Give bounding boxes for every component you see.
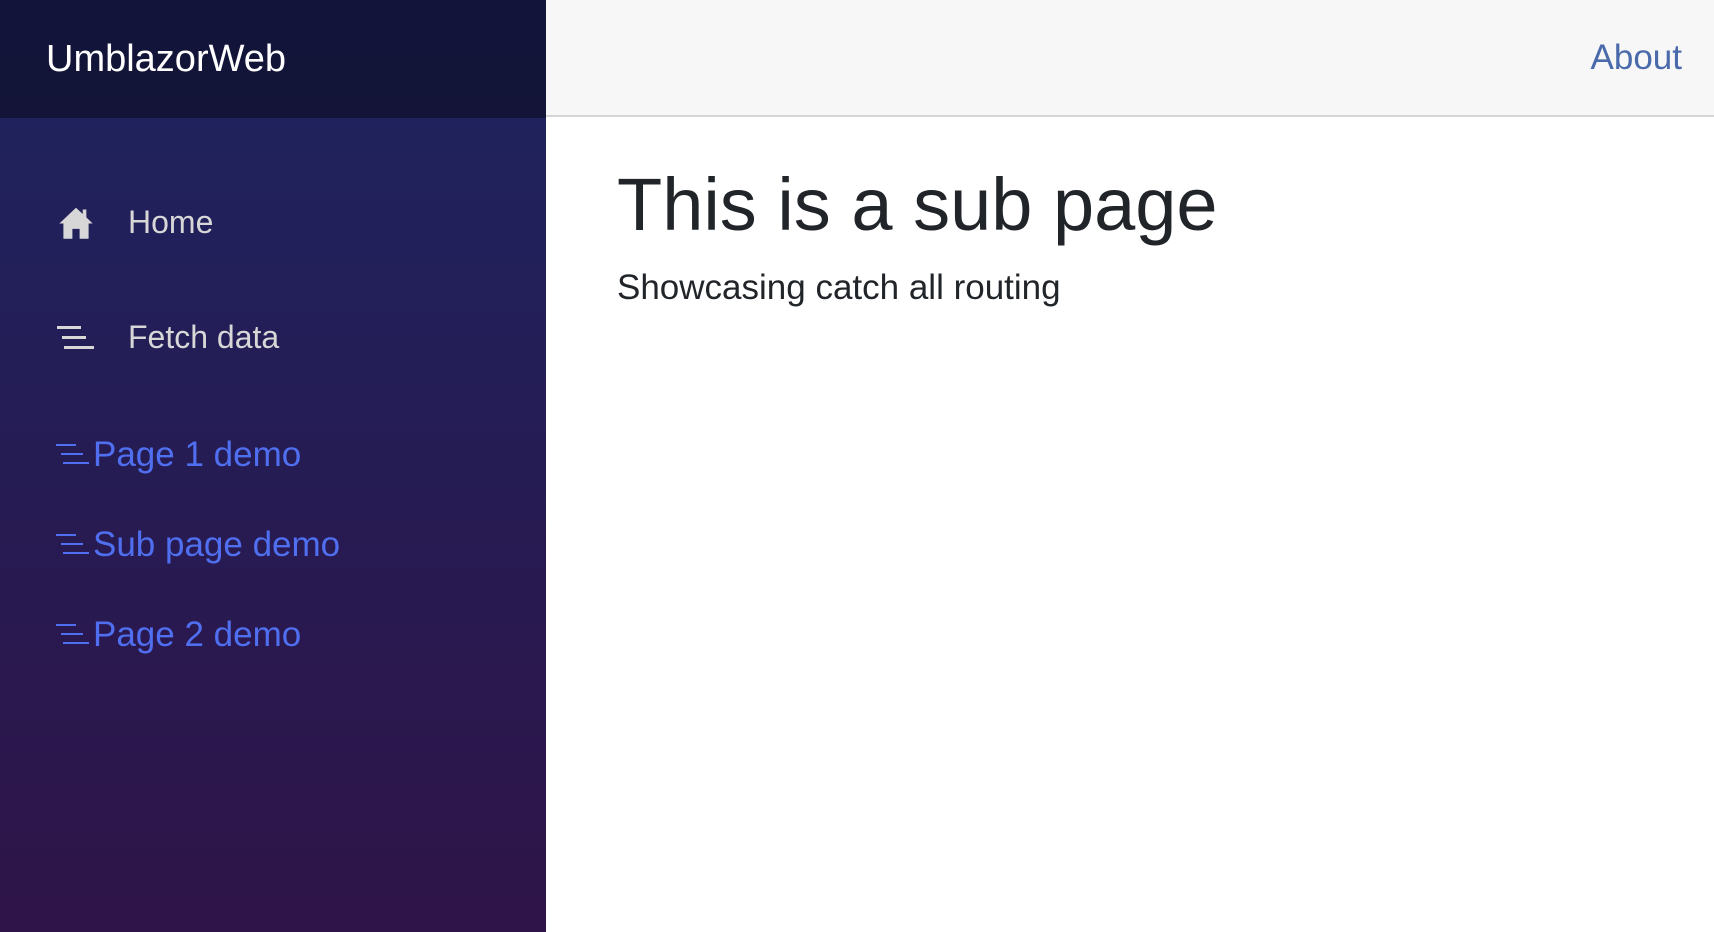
sidebar-item-fetch-data[interactable]: Fetch data [0,280,546,395]
list-icon [56,620,90,650]
sidebar-item-page-1-demo[interactable]: Page 1 demo [0,410,546,500]
home-icon [57,204,94,241]
sidebar-subnav: Page 1 demo Sub page demo Page 2 demo [0,410,546,680]
page-subtitle: Showcasing catch all routing [617,267,1061,307]
brand-bar: UmblazorWeb [0,0,546,118]
sidebar-item-home[interactable]: Home [0,165,546,280]
sidebar-subitem-label: Page 1 demo [93,435,302,474]
sidebar: UmblazorWeb Home Fetch data Page 1 demo … [0,0,546,932]
page-content: This is a sub page Showcasing catch all … [546,117,1714,308]
app-root: UmblazorWeb Home Fetch data Page 1 demo … [0,0,1714,932]
list-icon [56,440,90,470]
sidebar-item-sub-page-demo[interactable]: Sub page demo [0,500,546,590]
sidebar-subitem-label: Page 2 demo [93,615,302,654]
sidebar-subitem-label: Sub page demo [93,525,341,564]
top-row: About [546,0,1714,117]
sidebar-item-label: Fetch data [128,319,280,355]
sidebar-item-label: Home [128,204,214,240]
about-link[interactable]: About [1591,38,1682,78]
list-icon [56,530,90,560]
page-title: This is a sub page [617,163,1218,246]
brand-link[interactable]: UmblazorWeb [46,38,286,81]
main-area: About This is a sub page Showcasing catc… [546,0,1714,932]
sidebar-nav: Home Fetch data Page 1 demo Sub page dem… [0,118,546,680]
list-icon [57,319,94,356]
sidebar-item-page-2-demo[interactable]: Page 2 demo [0,590,546,680]
